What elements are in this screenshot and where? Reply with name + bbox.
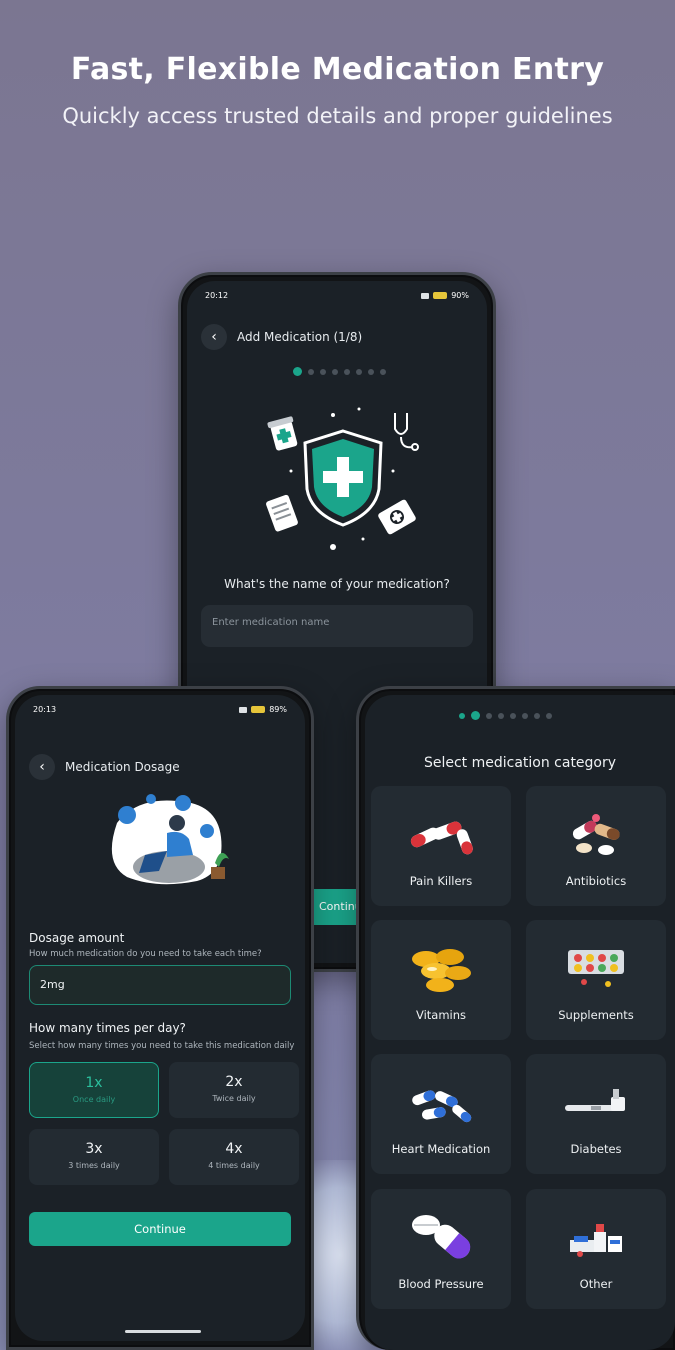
frequency-value: 4x [225,1141,243,1157]
step-dot [498,712,504,719]
frequency-caption: 4 times daily [208,1161,260,1170]
category-label: Vitamins [415,1008,467,1022]
dosage-illustration [111,794,229,885]
category-heart-medication[interactable]: Heart Medication [371,1054,511,1174]
insulin-pen-icon [565,1089,625,1111]
continue-button[interactable]: Continue [29,1212,291,1246]
frequency-value: 3x [85,1141,103,1157]
chevron-left-icon: ‹ [39,759,45,775]
times-per-day-help: Select how many times you need to take t… [29,1041,295,1051]
frequency-value: 2x [225,1074,243,1090]
frequency-option-2x[interactable]: 2x Twice daily [169,1062,299,1118]
step-dot [534,712,540,719]
document-icon [266,494,298,532]
category-other[interactable]: Other [526,1189,666,1309]
stethoscope-icon [394,413,419,451]
step-dot [459,712,465,719]
dosage-amount-input[interactable]: 2mg [29,965,291,1005]
status-bar: 20:12 90% [205,291,469,305]
first-aid-kit-icon [378,499,416,535]
category-vitamins[interactable]: Vitamins [371,920,511,1040]
frequency-caption: Twice daily [212,1094,256,1103]
softgels-icon [412,949,471,992]
medical-shield-illustration [266,407,419,550]
frequency-option-3x[interactable]: 3x 3 times daily [29,1129,159,1185]
step-dot [320,368,326,375]
signal-icon [239,706,248,713]
step-dot [368,368,374,375]
category-pain-killers[interactable]: Pain Killers [371,786,511,906]
category-label: Supplements [558,1008,634,1022]
phone-medication-dosage: 20:13 89% ‹ Medication Dosage Dosage amo… [6,686,314,1350]
step-dot [332,368,338,375]
status-time: 20:13 [33,705,57,714]
category-diabetes[interactable]: Diabetes [526,1054,666,1174]
frequency-option-4x[interactable]: 4x 4 times daily [169,1129,299,1185]
category-label: Pain Killers [409,874,473,888]
phone-medication-category: Select medication category Pain Killers [356,686,675,1350]
page-title: Medication Dosage [65,760,180,774]
category-blood-pressure[interactable]: Blood Pressure [371,1189,511,1309]
screen-medication-dosage: 20:13 89% ‹ Medication Dosage Dosage amo… [15,695,305,1341]
category-antibiotics[interactable]: Antibiotics [526,786,666,906]
step-dot [510,712,516,719]
frequency-value: 1x [85,1075,103,1091]
step-indicator [293,367,386,376]
frequency-option-1x[interactable]: 1x Once daily [29,1062,159,1118]
medication-name-input[interactable]: Enter medication name [201,605,473,647]
page-title: Add Medication (1/8) [237,330,363,344]
step-dot [356,368,362,375]
blue-capsules-icon [412,1090,472,1123]
capsules-icon [572,814,620,855]
category-supplements[interactable]: Supplements [526,920,666,1040]
step-dot [308,368,314,375]
category-label: Blood Pressure [398,1277,484,1291]
step-dot [380,368,386,375]
frequency-caption: Once daily [72,1095,116,1104]
back-button[interactable]: ‹ [29,754,55,780]
chevron-left-icon: ‹ [211,329,217,345]
back-button[interactable]: ‹ [201,324,227,350]
home-indicator [125,1330,201,1333]
medication-name-question: What's the name of your medication? [224,577,450,591]
dosage-amount-title: Dosage amount [29,931,125,945]
signal-icon [421,292,430,299]
category-label: Heart Medication [391,1142,491,1156]
status-time: 20:12 [205,291,229,300]
step-dot [522,712,528,719]
step-dot [486,712,492,719]
frequency-caption: 3 times daily [68,1161,120,1170]
battery-level: 90% [451,291,469,300]
category-label: Other [579,1277,613,1291]
category-label: Diabetes [570,1142,622,1156]
headline: Fast, Flexible Medication Entry [70,52,605,87]
status-bar: 20:13 89% [33,705,287,719]
step-dot [344,368,350,375]
step-indicator [459,711,552,720]
screen-medication-category: Select medication category Pain Killers [365,695,675,1350]
medicine-box-icon [570,1224,622,1257]
page-title: Select medication category [423,755,617,771]
step-dot [546,712,552,719]
pills-icon [410,821,473,855]
battery-icon [251,706,266,713]
times-per-day-title: How many times per day? [29,1021,186,1035]
dosage-amount-help: How much medication do you need to take … [29,949,262,959]
step-dot [471,711,480,720]
subheadline: Quickly access trusted details and prope… [62,104,613,128]
category-label: Antibiotics [565,874,627,888]
step-dot [293,367,302,376]
pill-capsule-icon [412,1215,471,1259]
battery-level: 89% [269,705,287,714]
blister-pack-icon [568,950,624,987]
battery-icon [433,292,448,299]
pill-bottle-icon [267,416,298,451]
shield-icon [303,429,383,527]
